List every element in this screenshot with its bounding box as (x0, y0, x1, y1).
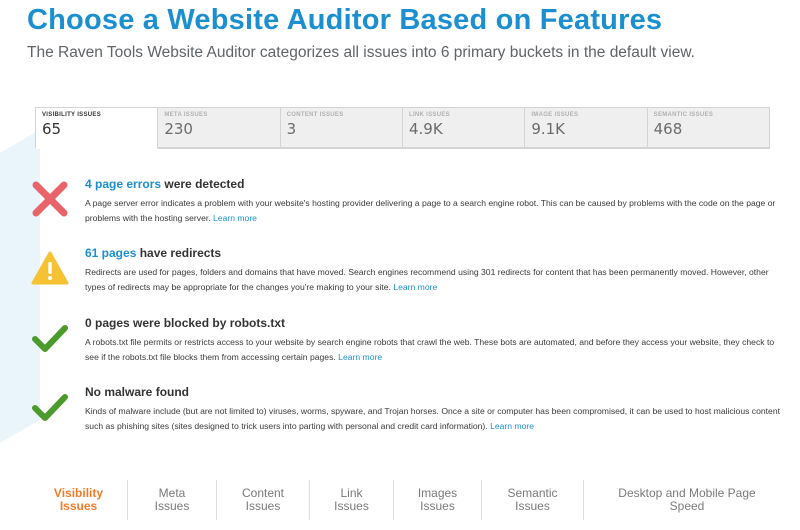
error-x-icon (32, 181, 68, 217)
issue-title-highlight[interactable]: 4 page errors (85, 177, 161, 191)
issue-title-highlight[interactable]: 61 pages (85, 246, 136, 260)
nav-label-line2: Issues (154, 499, 190, 513)
issue-title-text: were detected (161, 177, 245, 191)
nav-content-issues[interactable]: Content Issues (216, 480, 309, 520)
nav-label-line1: Desktop and Mobile Page (618, 486, 756, 500)
tab-count: 65 (42, 120, 62, 138)
bottom-nav: Visibility Issues Meta Issues Content Issue… (30, 480, 790, 520)
nav-label-line1: Semantic (507, 486, 558, 500)
page-subtitle: The Raven Tools Website Auditor categori… (27, 44, 695, 61)
issue-title: 61 pages have redirects (85, 246, 780, 260)
nav-semantic-issues[interactable]: Semantic Issues (481, 480, 583, 520)
page-title: Choose a Website Auditor Based on Featur… (27, 4, 663, 36)
issue-description: A robots.txt file permits or restricts a… (85, 335, 780, 365)
tab-image-issues[interactable]: IMAGE ISSUES 9.1K (525, 107, 648, 148)
tab-label: IMAGE ISSUES (531, 112, 579, 118)
learn-more-link[interactable]: Learn more (393, 282, 437, 292)
issue-title-text: have redirects (136, 246, 222, 260)
issue-description-text: Kinds of malware include (but are not li… (85, 406, 780, 431)
nav-link-issues[interactable]: Link Issues (309, 480, 393, 520)
nav-label-line2: Issues (420, 499, 455, 513)
nav-label-line1: Link (340, 486, 363, 500)
nav-images-issues[interactable]: Images Issues (393, 480, 481, 520)
issue-description-text: A robots.txt file permits or restricts a… (85, 337, 775, 362)
issue-description-text: A page server error indicates a problem … (85, 198, 776, 223)
tab-semantic-issues[interactable]: SEMANTIC ISSUES 468 (647, 107, 770, 148)
nav-label-line1: Images (417, 486, 458, 500)
tab-link-issues[interactable]: LINK ISSUES 4.9K (402, 107, 526, 148)
nav-label-line2: Speed (669, 499, 705, 513)
nav-visibility-issues[interactable]: Visibility Issues (30, 480, 127, 520)
nav-label-line2: Issues (59, 499, 98, 513)
tab-visibility-issues[interactable]: VISIBILITY ISSUES 65 (35, 107, 159, 149)
tab-content-issues[interactable]: CONTENT ISSUES 3 (280, 107, 403, 148)
checkmark-icon (32, 325, 68, 352)
nav-page-speed[interactable]: Desktop and Mobile Page Speed (583, 480, 790, 520)
issue-title: No malware found (85, 385, 780, 399)
tab-label: META ISSUES (164, 112, 208, 118)
issue-title: 0 pages were blocked by robots.txt (85, 316, 780, 330)
issue-title-text: No malware found (85, 385, 190, 399)
tab-label: LINK ISSUES (408, 112, 450, 118)
tab-count: 468 (653, 120, 683, 138)
checkmark-icon (32, 394, 68, 421)
warning-triangle-icon (31, 251, 69, 285)
nav-label-line1: Meta (158, 486, 186, 500)
issue-title: 4 page errors were detected (85, 177, 780, 191)
learn-more-link[interactable]: Learn more (213, 213, 257, 223)
tab-meta-issues[interactable]: META ISSUES 230 (158, 107, 281, 148)
tab-label: CONTENT ISSUES (286, 112, 344, 118)
nav-label-line1: Visibility (53, 486, 104, 500)
tab-label: VISIBILITY ISSUES (42, 112, 102, 118)
learn-more-link[interactable]: Learn more (338, 352, 382, 362)
nav-label-line2: Issues (515, 499, 550, 513)
tab-count: 4.9K (408, 120, 443, 138)
nav-label-line2: Issues (245, 499, 281, 513)
issue-description: Redirects are used for pages, folders an… (85, 265, 780, 295)
tab-label: SEMANTIC ISSUES (653, 112, 714, 118)
issue-description: Kinds of malware include (but are not li… (85, 404, 780, 434)
tab-count: 9.1K (531, 120, 566, 138)
issue-title-text: 0 pages were blocked by robots.txt (85, 316, 286, 330)
issue-description: A page server error indicates a problem … (85, 196, 780, 226)
nav-label-line2: Issues (334, 499, 369, 513)
nav-meta-issues[interactable]: Meta Issues (127, 480, 216, 520)
issue-tabs: VISIBILITY ISSUES 65 META ISSUES 230 CON… (35, 107, 770, 149)
learn-more-link[interactable]: Learn more (490, 421, 534, 431)
tab-count: 3 (286, 120, 297, 138)
tab-count: 230 (164, 120, 193, 138)
nav-label-line1: Content (241, 486, 285, 500)
